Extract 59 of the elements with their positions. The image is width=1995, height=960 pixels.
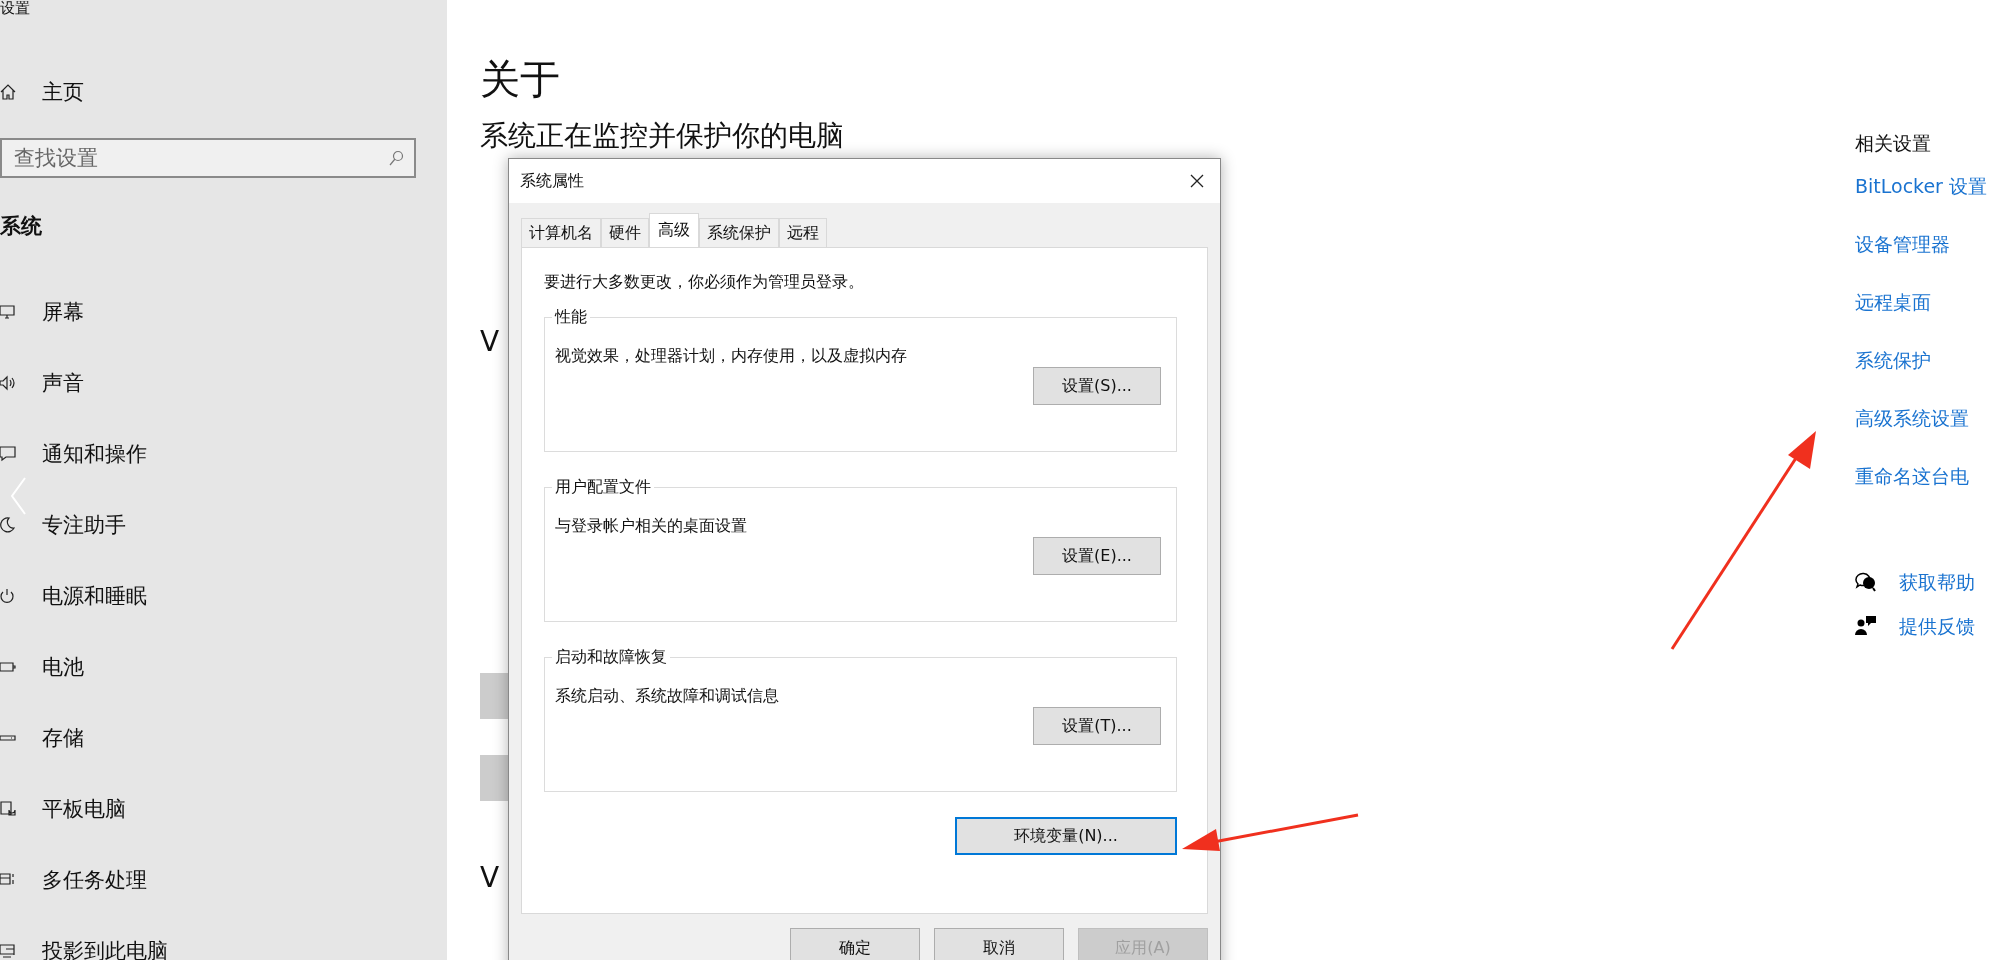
search-icon	[388, 150, 404, 166]
dialog-tab[interactable]: 计算机名	[521, 218, 601, 247]
item-icon	[0, 517, 16, 533]
close-icon[interactable]	[1190, 174, 1204, 188]
settings-button[interactable]: 设置(S)...	[1033, 367, 1161, 405]
sidebar-item[interactable]: 电池	[0, 653, 447, 681]
sidebar-item[interactable]: 屏幕	[0, 298, 447, 326]
sidebar-item[interactable]: 存储	[0, 724, 447, 752]
dialog-tab[interactable]: 硬件	[601, 218, 649, 247]
item-icon	[0, 872, 16, 888]
admin-note: 要进行大多数更改，你必须作为管理员登录。	[544, 272, 865, 293]
page-subtitle: 系统正在监控并保护你的电脑	[480, 119, 845, 153]
sidebar-item[interactable]: 多任务处理	[0, 866, 447, 894]
settings-link[interactable]: 重命名这台电	[1855, 463, 1995, 489]
item-icon	[0, 375, 16, 391]
item-icon	[0, 943, 16, 959]
item-icon	[0, 446, 16, 462]
sidebar-item[interactable]: 电源和睡眠	[0, 582, 447, 610]
group-title: 性能	[553, 307, 588, 328]
item-icon	[0, 588, 16, 604]
dialog-button[interactable]: 取消	[934, 928, 1064, 960]
dialog-tab[interactable]: 高级	[649, 213, 699, 247]
settings-button[interactable]: 设置(T)...	[1033, 707, 1161, 745]
settings-link[interactable]: 远程桌面	[1855, 289, 1995, 315]
settings-link[interactable]: 设备管理器	[1855, 231, 1995, 257]
dialog-button[interactable]: 确定	[790, 928, 920, 960]
item-icon	[0, 801, 16, 817]
group-description: 系统启动、系统故障和调试信息	[555, 686, 780, 707]
home-icon	[0, 84, 16, 100]
person-feedback-icon	[1855, 616, 1877, 636]
page-title: 关于	[480, 55, 561, 104]
home-link[interactable]: 主页	[0, 78, 447, 106]
heading-fragment: V	[480, 325, 500, 358]
group-description: 视觉效果，处理器计划，内存使用，以及虚拟内存	[555, 346, 908, 367]
environment-variables-button[interactable]: 环境变量(N)...	[955, 817, 1177, 855]
sidebar-item[interactable]: 平板电脑	[0, 795, 447, 823]
group-description: 与登录帐户相关的桌面设置	[555, 516, 748, 537]
search-field[interactable]: 查找设置	[0, 138, 416, 178]
sidebar-item[interactable]: 专注助手	[0, 511, 447, 539]
dialog-tab[interactable]: 远程	[779, 218, 827, 247]
sidebar-item[interactable]: 通知和操作	[0, 440, 447, 468]
related-heading: 相关设置	[1855, 131, 1932, 156]
help-link[interactable]: 提供反馈	[1899, 613, 1975, 639]
help-link[interactable]: 获取帮助	[1899, 569, 1975, 595]
chat-help-icon	[1855, 572, 1877, 592]
group-title: 启动和故障恢复	[554, 647, 668, 668]
dialog-tab[interactable]: 系统保护	[699, 218, 779, 247]
settings-link[interactable]: BitLocker 设置	[1855, 173, 1995, 199]
settings-button[interactable]: 设置(E)...	[1033, 537, 1161, 575]
item-icon	[0, 304, 16, 320]
group-title: 用户配置文件	[554, 477, 652, 498]
item-icon	[0, 659, 16, 675]
sidebar-item[interactable]: 声音	[0, 369, 447, 397]
settings-link[interactable]: 高级系统设置	[1855, 405, 1995, 431]
dialog-title: 系统属性	[520, 170, 584, 192]
app-title: 设置	[0, 0, 31, 16]
section-heading: 系统	[0, 213, 43, 240]
heading-fragment: V	[480, 861, 500, 894]
settings-link[interactable]: 系统保护	[1855, 347, 1995, 373]
